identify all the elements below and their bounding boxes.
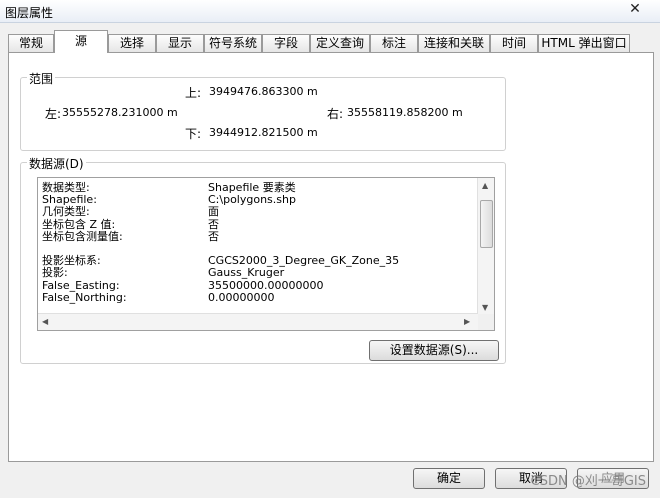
tab-general[interactable]: 常规 (8, 34, 54, 52)
datasource-group-label: 数据源(D) (27, 155, 86, 172)
tab-definition-query[interactable]: 定义查询 (310, 34, 370, 52)
scroll-left-icon[interactable]: ◀ (42, 317, 48, 326)
scroll-down-icon[interactable]: ▼ (482, 303, 488, 312)
extent-top-value: 3949476.863300 m (209, 85, 318, 98)
tab-html-popup[interactable]: HTML 弹出窗口 (538, 34, 630, 52)
tab-source[interactable]: 源 (54, 30, 108, 53)
list-item: 坐标包含测量值: 否 (42, 229, 219, 243)
scrollbar-thumb[interactable] (480, 200, 493, 248)
tab-fields[interactable]: 字段 (262, 34, 310, 52)
extent-right-value: 35558119.858200 m (347, 106, 463, 119)
scrollbar-corner (478, 314, 494, 330)
extent-bottom-value: 3944912.821500 m (209, 126, 318, 139)
datasource-group: 数据源(D) 数据类型: Shapefile 要素类 Shapefile: C:\p… (20, 155, 506, 364)
list-item: Shapefile: C:\polygons.shp (42, 193, 296, 207)
datasource-rows: 数据类型: Shapefile 要素类 Shapefile: C:\polygons… (42, 182, 482, 304)
close-icon[interactable]: ✕ (620, 0, 650, 18)
horizontal-scrollbar[interactable]: ◀ ▶ (38, 313, 478, 330)
tab-selection[interactable]: 选择 (108, 34, 156, 52)
datasource-listbox[interactable]: 数据类型: Shapefile 要素类 Shapefile: C:\polygons… (37, 177, 495, 331)
extent-left-value: 35555278.231000 m (62, 106, 178, 119)
vertical-scrollbar[interactable]: ▲ ▼ (477, 178, 494, 314)
title-bar: 图层属性 ✕ (0, 0, 660, 23)
scroll-right-icon[interactable]: ▶ (464, 317, 470, 326)
list-item: 几何类型: 面 (42, 205, 219, 219)
ok-button[interactable]: 确定 (413, 468, 485, 489)
scroll-up-icon[interactable]: ▲ (482, 181, 488, 190)
extent-right-label: 右: (327, 107, 344, 121)
watermark-text: CSDN @刈一哥GIS (530, 474, 646, 489)
list-item: False_Easting: 35500000.00000000 (42, 278, 324, 292)
list-item: 投影: Gauss_Kruger (42, 266, 285, 280)
tab-display[interactable]: 显示 (156, 34, 204, 52)
tab-labels[interactable]: 标注 (370, 34, 418, 52)
extent-bottom-label: 下: (185, 127, 202, 141)
tab-joins-relates[interactable]: 连接和关联 (418, 34, 490, 52)
window-title: 图层属性 (5, 6, 54, 20)
tab-symbology[interactable]: 符号系统 (204, 34, 262, 52)
list-item: 坐标包含 Z 值: 否 (42, 217, 219, 231)
tab-panel-source: 范围 上: 3949476.863300 m 左: 35555278.23100… (8, 52, 654, 462)
extent-top-label: 上: (185, 86, 202, 100)
extent-group-label: 范围 (27, 70, 56, 87)
extent-group: 范围 上: 3949476.863300 m 左: 35555278.23100… (20, 70, 506, 151)
tab-time[interactable]: 时间 (490, 34, 538, 52)
set-data-source-button[interactable]: 设置数据源(S)... (369, 340, 499, 361)
list-item: False_Northing: 0.00000000 (42, 290, 275, 304)
extent-left-label: 左: (45, 107, 62, 121)
